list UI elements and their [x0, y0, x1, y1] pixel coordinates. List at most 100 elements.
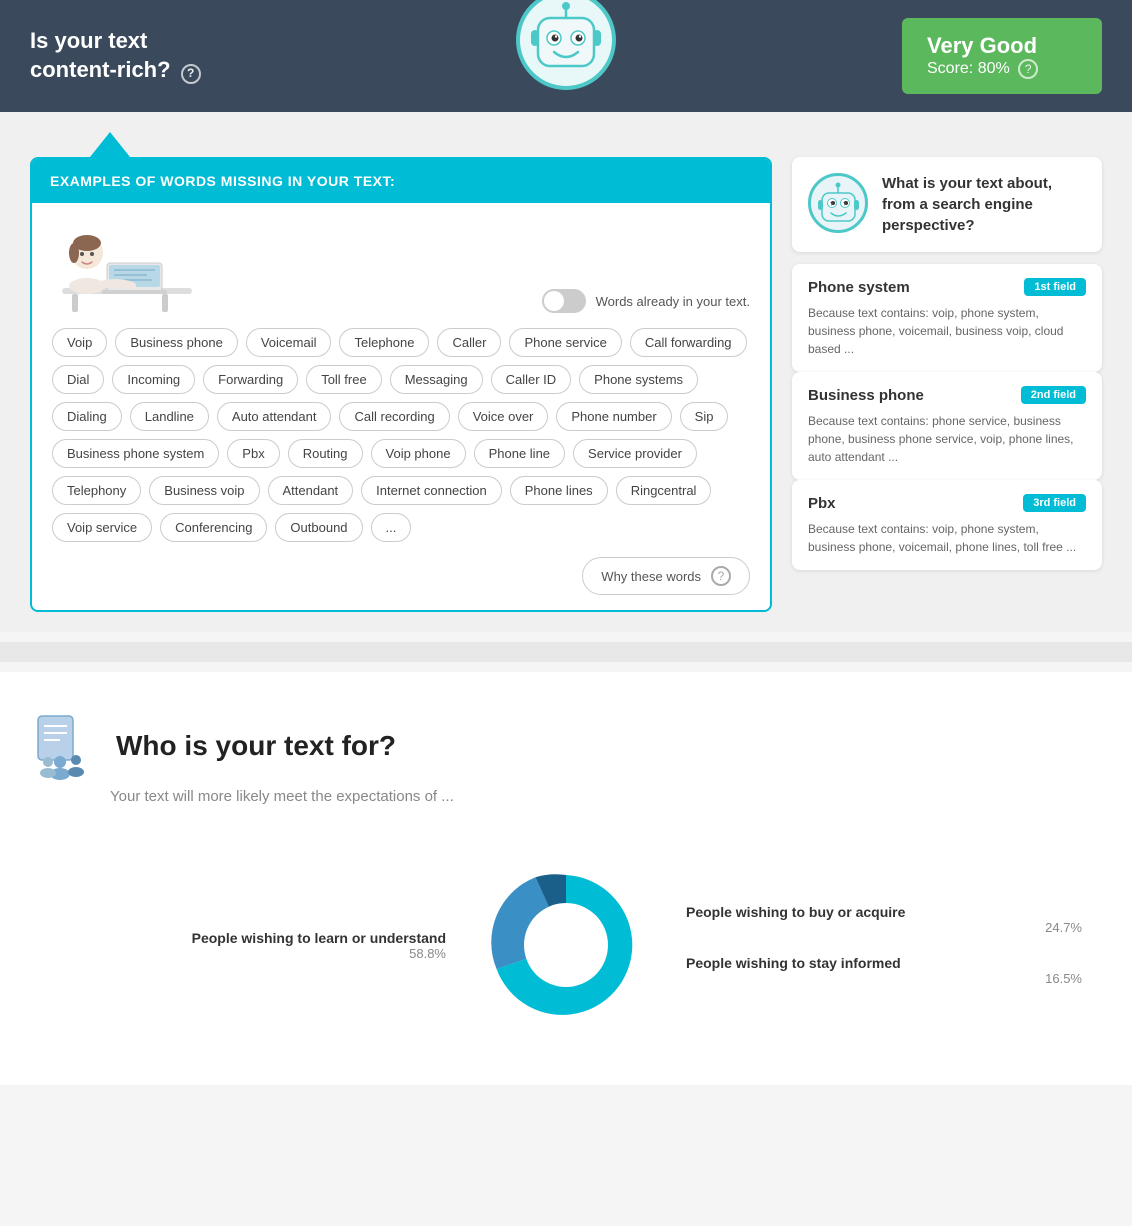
- word-tag[interactable]: Phone systems: [579, 365, 698, 394]
- word-tag[interactable]: Toll free: [306, 365, 382, 394]
- field-cards-container: Phone system 1st field Because text cont…: [792, 264, 1102, 570]
- who-section: Who is your text for? Your text will mor…: [0, 672, 1132, 1085]
- word-tag[interactable]: Ringcentral: [616, 476, 712, 505]
- score-sub: Score: 80% ?: [927, 59, 1077, 79]
- chart-right-informed-label: People wishing to stay informed: [686, 955, 1082, 971]
- word-tag[interactable]: Internet connection: [361, 476, 502, 505]
- panel-title: EXAMPLES OF WORDS MISSING IN YOUR TEXT:: [50, 173, 752, 189]
- word-tag[interactable]: Forwarding: [203, 365, 298, 394]
- word-tag[interactable]: Auto attendant: [217, 402, 332, 431]
- word-tag[interactable]: Voice over: [458, 402, 549, 431]
- word-tag[interactable]: Landline: [130, 402, 209, 431]
- word-tag[interactable]: Phone lines: [510, 476, 608, 505]
- word-tag[interactable]: Dial: [52, 365, 104, 394]
- word-tag[interactable]: Sip: [680, 402, 729, 431]
- field-description: Because text contains: voip, phone syste…: [808, 520, 1086, 556]
- who-title: Who is your text for?: [116, 730, 396, 762]
- main-content: EXAMPLES OF WORDS MISSING IN YOUR TEXT:: [0, 112, 1132, 632]
- left-panel: EXAMPLES OF WORDS MISSING IN YOUR TEXT:: [30, 157, 772, 612]
- person-illustration: [52, 218, 192, 313]
- field-card-header: Phone system 1st field: [808, 278, 1086, 296]
- what-is-card: ? ? What is your text about, from a sear…: [792, 157, 1102, 252]
- chart-right-labels: People wishing to buy or acquire 24.7% P…: [666, 904, 1082, 986]
- chart-left-pct: 58.8%: [50, 946, 446, 961]
- who-header: Who is your text for?: [30, 712, 1102, 780]
- field-card-2: Pbx 3rd field Because text contains: voi…: [792, 480, 1102, 570]
- word-tag[interactable]: Phone line: [474, 439, 565, 468]
- word-tag[interactable]: Business voip: [149, 476, 259, 505]
- word-tag[interactable]: Phone number: [556, 402, 671, 431]
- field-name: Business phone: [808, 387, 924, 404]
- field-badge: 3rd field: [1023, 494, 1086, 512]
- word-tag[interactable]: Service provider: [573, 439, 697, 468]
- header-robot: [516, 0, 616, 90]
- who-subtitle: Your text will more likely meet the expe…: [110, 788, 1102, 805]
- word-tag[interactable]: Call recording: [339, 402, 449, 431]
- word-tag[interactable]: Telephony: [52, 476, 141, 505]
- left-panel-body: Words already in your text. Voip Business…: [32, 203, 770, 610]
- word-tag[interactable]: Caller: [437, 328, 501, 357]
- word-tag[interactable]: Business phone: [115, 328, 238, 357]
- word-tag[interactable]: Voip service: [52, 513, 152, 542]
- word-tag[interactable]: Pbx: [227, 439, 279, 468]
- header-score: Very Good Score: 80% ?: [902, 18, 1102, 94]
- two-col-layout: EXAMPLES OF WORDS MISSING IN YOUR TEXT:: [30, 157, 1102, 612]
- score-title: Very Good: [927, 33, 1077, 59]
- word-tag[interactable]: Phone service: [509, 328, 621, 357]
- tags-container: Voip Business phone VoicemailTelephone Call…: [52, 328, 750, 542]
- small-robot-svg: ? ?: [816, 181, 861, 226]
- field-name: Phone system: [808, 279, 910, 296]
- illustration-row: Words already in your text.: [52, 218, 750, 313]
- field-description: Because text contains: voip, phone syste…: [808, 304, 1086, 358]
- field-card-header: Business phone 2nd field: [808, 386, 1086, 404]
- why-words-button[interactable]: Why these words ?: [582, 557, 750, 595]
- header-bar: Is your text content-rich? ?: [0, 0, 1132, 112]
- chart-right-item-buy: People wishing to buy or acquire 24.7%: [686, 904, 1082, 935]
- why-words-area: Why these words ?: [52, 557, 750, 595]
- chart-area: People wishing to learn or understand 58…: [30, 845, 1102, 1045]
- what-is-text: What is your text about, from a search e…: [882, 173, 1086, 236]
- chart-right-informed-pct: 16.5%: [686, 971, 1082, 986]
- robot-circle: [516, 0, 616, 90]
- chart-left-main: People wishing to learn or understand: [50, 930, 446, 946]
- word-tag[interactable]: Voicemail: [246, 328, 332, 357]
- field-card-header: Pbx 3rd field: [808, 494, 1086, 512]
- right-panel: ? ? What is your text about, from a sear…: [792, 157, 1102, 570]
- donut-chart-svg: [466, 845, 666, 1045]
- word-tag[interactable]: Call forwarding: [630, 328, 747, 357]
- field-description: Because text contains: phone service, bu…: [808, 412, 1086, 466]
- word-tag[interactable]: ...: [371, 513, 412, 542]
- words-toggle[interactable]: [542, 289, 586, 313]
- chart-left-label: People wishing to learn or understand 58…: [50, 930, 466, 961]
- what-is-robot-icon: ? ?: [808, 173, 868, 233]
- field-badge: 2nd field: [1021, 386, 1086, 404]
- word-tag[interactable]: Outbound: [275, 513, 362, 542]
- word-tag[interactable]: Voip: [52, 328, 107, 357]
- word-tag[interactable]: Business phone system: [52, 439, 219, 468]
- word-tag[interactable]: Incoming: [112, 365, 195, 394]
- word-tag[interactable]: Caller ID: [491, 365, 572, 394]
- who-icon-svg: [30, 712, 98, 780]
- header-question: Is your text content-rich? ?: [30, 27, 902, 84]
- why-words-label: Why these words: [601, 569, 701, 584]
- chart-right-buy-pct: 24.7%: [686, 920, 1082, 935]
- left-panel-header: EXAMPLES OF WORDS MISSING IN YOUR TEXT:: [32, 159, 770, 203]
- word-tag[interactable]: Attendant: [268, 476, 354, 505]
- word-tag[interactable]: Routing: [288, 439, 363, 468]
- field-card-0: Phone system 1st field Because text cont…: [792, 264, 1102, 372]
- callout-arrow: [90, 132, 130, 157]
- robot-face-svg: [526, 0, 606, 80]
- score-question-mark[interactable]: ?: [1018, 59, 1038, 79]
- word-tag[interactable]: Conferencing: [160, 513, 267, 542]
- word-tag[interactable]: Messaging: [390, 365, 483, 394]
- word-tag[interactable]: Voip phone: [371, 439, 466, 468]
- who-icon: [30, 712, 98, 780]
- word-tag[interactable]: Telephone: [339, 328, 429, 357]
- chart-right-item-informed: People wishing to stay informed 16.5%: [686, 955, 1082, 986]
- field-badge: 1st field: [1024, 278, 1086, 296]
- header-question-mark[interactable]: ?: [181, 64, 201, 84]
- toggle-label: Words already in your text.: [596, 294, 750, 309]
- chart-right-buy-label: People wishing to buy or acquire: [686, 904, 1082, 920]
- word-tag[interactable]: Dialing: [52, 402, 122, 431]
- section-separator: [0, 642, 1132, 662]
